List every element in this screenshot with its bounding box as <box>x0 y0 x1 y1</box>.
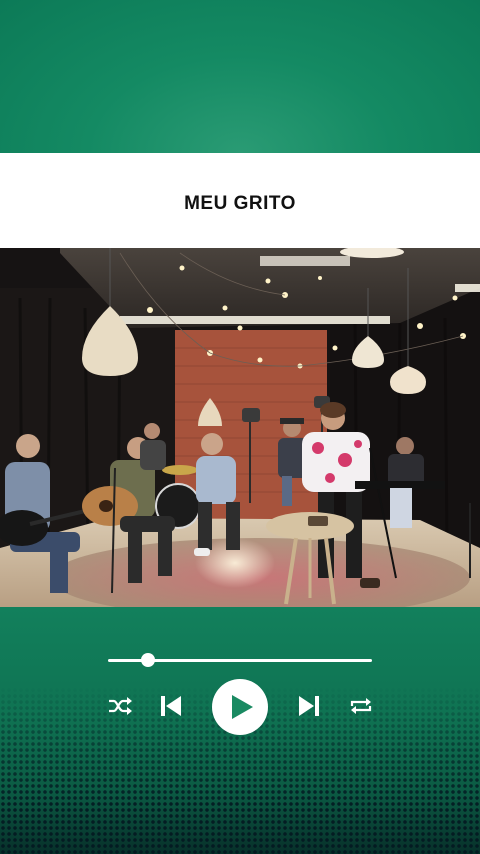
skip-next-icon <box>299 696 319 716</box>
shuffle-icon <box>109 697 132 715</box>
shuffle-button[interactable] <box>106 694 134 718</box>
band-performance-image <box>0 248 480 607</box>
repeat-icon <box>350 698 372 714</box>
song-title: MEU GRITO <box>184 192 296 214</box>
progress-knob[interactable] <box>140 653 155 667</box>
video-frame[interactable] <box>0 248 480 607</box>
next-button[interactable] <box>296 693 322 719</box>
top-background <box>0 0 480 153</box>
title-card: MEU GRITO <box>0 153 480 248</box>
previous-button[interactable] <box>158 693 184 719</box>
play-button[interactable] <box>212 679 268 735</box>
repeat-button[interactable] <box>347 694 375 718</box>
play-icon <box>232 695 253 719</box>
skip-previous-icon <box>161 696 181 716</box>
